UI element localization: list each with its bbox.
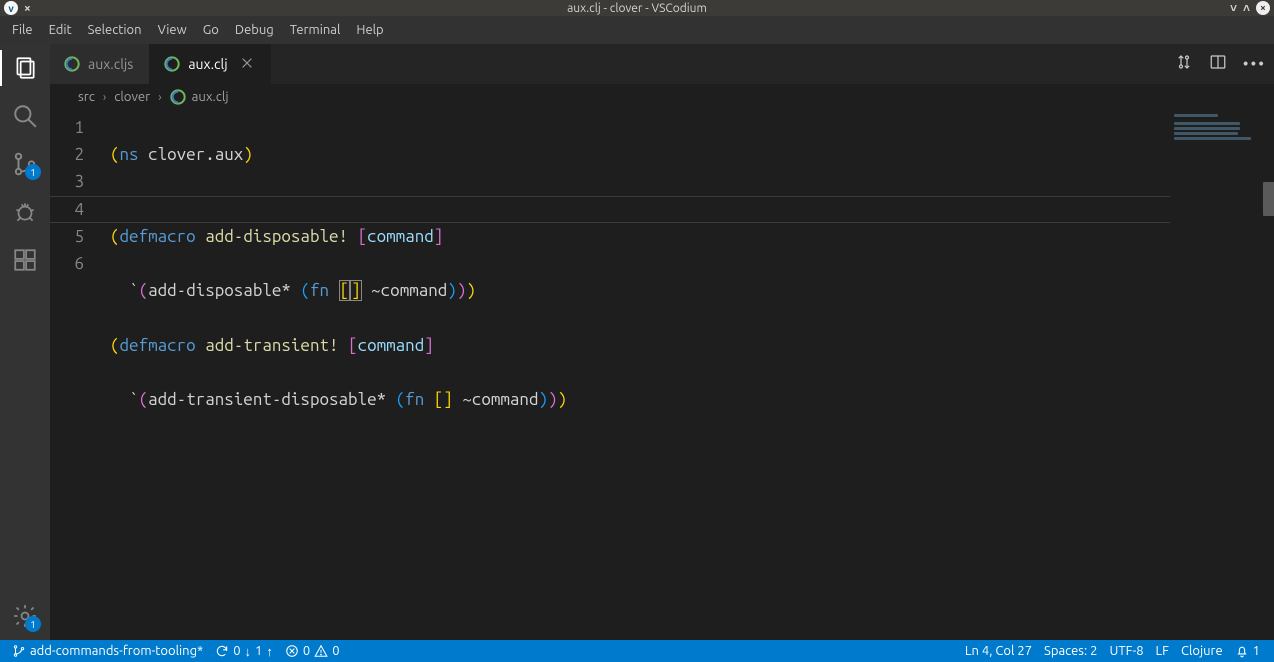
os-close-icon[interactable]: ×: [24, 2, 31, 15]
status-bar: add-commands-from-tooling* 0↓ 1↑ 0 0 Ln …: [0, 640, 1274, 662]
menu-bar: File Edit Selection View Go Debug Termin…: [0, 16, 1274, 44]
app-icon: v: [4, 1, 18, 15]
explorer-icon[interactable]: [11, 54, 39, 82]
tab-aux-clj[interactable]: aux.clj: [150, 44, 270, 84]
editor[interactable]: 1 2 3 4 5 6 (ns clover.aux) (defmacro ad…: [50, 110, 1274, 640]
minimap[interactable]: [1170, 110, 1274, 640]
clojure-icon: [64, 56, 80, 72]
menu-debug[interactable]: Debug: [227, 19, 282, 41]
menu-selection[interactable]: Selection: [80, 19, 150, 41]
source-control-icon[interactable]: 1: [11, 150, 39, 178]
breadcrumb-part[interactable]: src: [78, 90, 95, 104]
eol-status[interactable]: LF: [1150, 640, 1175, 662]
split-editor-icon[interactable]: [1209, 53, 1227, 75]
extensions-icon[interactable]: [11, 246, 39, 274]
bell-icon: [1235, 644, 1249, 658]
search-icon[interactable]: [11, 102, 39, 130]
settings-badge: 1: [25, 616, 41, 632]
problems-indicator[interactable]: 0 0: [279, 640, 346, 662]
menu-help[interactable]: Help: [348, 19, 391, 41]
debug-icon[interactable]: [11, 198, 39, 226]
breadcrumb-part[interactable]: clover: [114, 90, 150, 104]
sync-icon: [215, 644, 229, 658]
close-icon[interactable]: [240, 56, 254, 73]
more-actions-icon[interactable]: •••: [1243, 55, 1266, 73]
tab-label: aux.clj: [188, 56, 227, 72]
line-gutter: 1 2 3 4 5 6: [50, 110, 110, 640]
compare-changes-icon[interactable]: [1175, 53, 1193, 75]
activity-bar: 1 1: [0, 44, 50, 640]
os-minimize-icon[interactable]: ˅: [1230, 1, 1237, 15]
indentation-status[interactable]: Spaces: 2: [1038, 640, 1103, 662]
clojure-icon: [170, 89, 186, 105]
scrollbar-handle[interactable]: [1263, 182, 1274, 216]
menu-view[interactable]: View: [150, 19, 195, 41]
branch-indicator[interactable]: add-commands-from-tooling*: [6, 640, 209, 662]
git-branch-icon: [12, 644, 26, 658]
os-title-bar: v × aux.clj - clover - VSCodium ˅ ˄ ×: [0, 0, 1274, 16]
breadcrumb[interactable]: src › clover › aux.clj: [50, 84, 1274, 110]
menu-go[interactable]: Go: [195, 19, 227, 41]
encoding-status[interactable]: UTF-8: [1103, 640, 1149, 662]
menu-edit[interactable]: Edit: [41, 19, 80, 41]
settings-gear-icon[interactable]: 1: [11, 602, 39, 630]
chevron-right-icon: ›: [101, 91, 108, 104]
tab-aux-cljs[interactable]: aux.cljs: [50, 44, 150, 84]
window-title: aux.clj - clover - VSCodium: [567, 2, 707, 15]
scm-badge: 1: [25, 164, 41, 180]
clojure-icon: [164, 56, 180, 72]
error-icon: [285, 644, 299, 658]
sync-indicator[interactable]: 0↓ 1↑: [209, 640, 279, 662]
menu-file[interactable]: File: [4, 19, 41, 41]
tab-label: aux.cljs: [88, 56, 133, 72]
warning-icon: [314, 644, 328, 658]
chevron-right-icon: ›: [156, 91, 163, 104]
menu-terminal[interactable]: Terminal: [282, 19, 349, 41]
tab-bar: aux.cljs aux.clj •••: [50, 44, 1274, 84]
notifications-indicator[interactable]: 1: [1229, 640, 1266, 662]
language-mode[interactable]: Clojure: [1175, 640, 1229, 662]
os-maximize-icon[interactable]: ˄: [1243, 1, 1250, 15]
code-content[interactable]: (ns clover.aux) (defmacro add-disposable…: [110, 110, 1170, 640]
os-close-button[interactable]: ×: [1256, 1, 1270, 15]
cursor-position[interactable]: Ln 4, Col 27: [959, 640, 1038, 662]
breadcrumb-part[interactable]: aux.clj: [192, 90, 229, 104]
